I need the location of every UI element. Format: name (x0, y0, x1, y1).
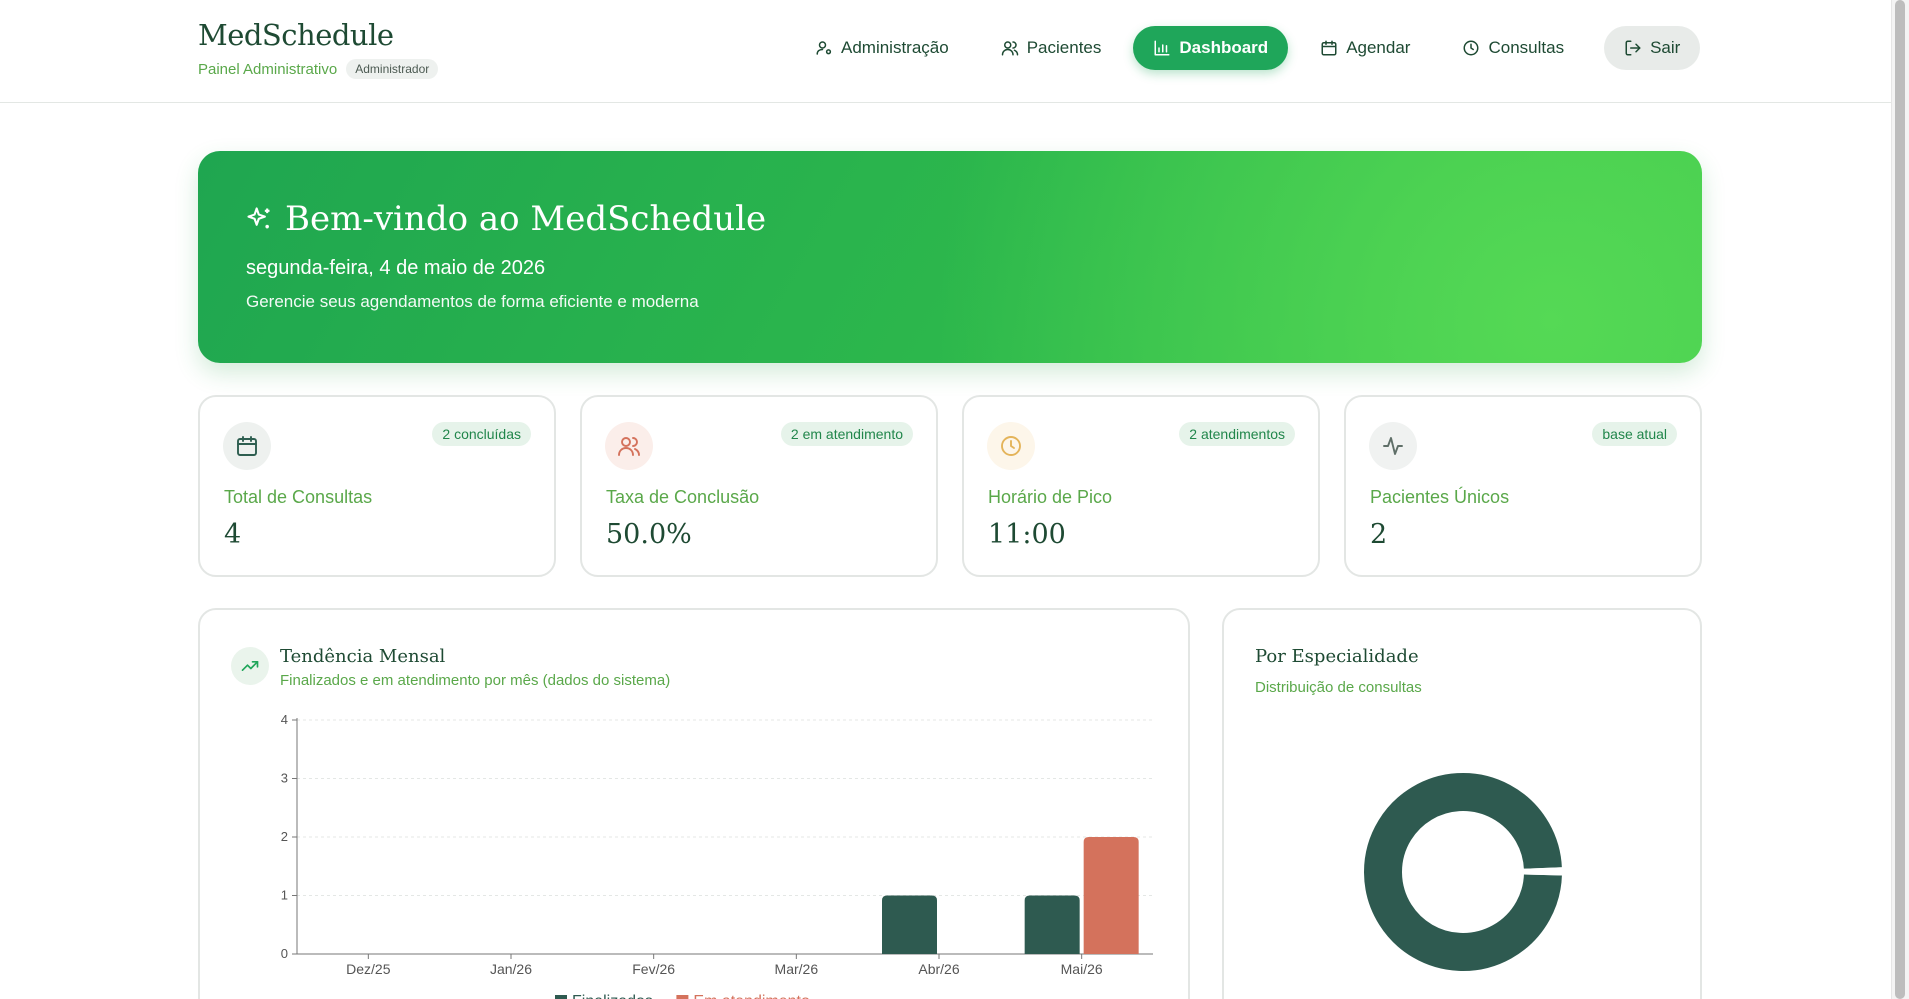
stat-value: 11:00 (988, 519, 1066, 550)
stat-icon-wrap (605, 422, 653, 470)
bar-em-atendimento[interactable] (1083, 837, 1139, 954)
welcome-banner: Bem-vindo ao MedSchedule segunda-feira, … (198, 151, 1702, 363)
nav-pacientes-label: Pacientes (1026, 38, 1102, 57)
main-nav: Administração Pacientes Dashboard Agenda… (795, 26, 1701, 70)
stat-value: 4 (224, 519, 242, 550)
nav-administracao[interactable]: Administração (795, 26, 969, 70)
role-badge: Administrador (346, 59, 439, 79)
stat-label: Taxa de Conclusão (606, 487, 760, 507)
stat-card-pacientes-unicos: base atual Pacientes Únicos 2 (1344, 395, 1702, 577)
stat-card-horario-pico: 2 atendimentos Horário de Pico 11:00 (962, 395, 1320, 577)
logout-button[interactable]: Sair (1604, 26, 1701, 70)
panel-subtitle: Painel Administrativo (198, 60, 338, 78)
stat-value: 2 (1370, 519, 1388, 550)
clock-icon (1463, 40, 1479, 56)
y-tick-label: 1 (281, 888, 288, 903)
welcome-description: Gerencie seus agendamentos de forma efic… (246, 292, 699, 311)
logout-icon (1625, 40, 1641, 56)
stat-label: Pacientes Únicos (1370, 487, 1510, 507)
x-tick-label: Mai/26 (1061, 961, 1103, 977)
users-icon (1001, 41, 1018, 56)
user-cog-icon (816, 41, 832, 55)
nav-consultas-label: Consultas (1488, 38, 1565, 57)
status-badge: 2 atendimentos (1179, 422, 1295, 446)
sparkles-icon (247, 207, 270, 229)
monthly-bar-chart: 0 1 2 3 4 Dez/25 Jan/26 Fev/26 Mar/26 Abr/26 Mai/2… (281, 712, 1153, 999)
nav-dashboard-label: Dashboard (1179, 38, 1269, 57)
scrollbar[interactable] (1891, 0, 1909, 999)
y-tick-label: 2 (281, 829, 288, 844)
specialty-panel: Por Especialidade Distribuição de consul… (1222, 608, 1702, 999)
x-tick-label: Dez/25 (346, 961, 391, 977)
nav-administracao-label: Administração (841, 38, 949, 57)
nav-agendar[interactable]: Agendar (1300, 26, 1430, 70)
stat-label: Horário de Pico (988, 487, 1113, 507)
specialty-donut-chart (1362, 771, 1564, 973)
stat-label: Total de Consultas (224, 487, 373, 507)
legend-swatch (676, 995, 689, 999)
top-bar: MedSchedule Painel Administrativo Admini… (0, 0, 1891, 103)
status-badge: 2 concluídas (432, 422, 531, 446)
stat-value: 50.0% (606, 519, 692, 550)
scrollbar-thumb[interactable] (1895, 0, 1905, 999)
bar-finalizados[interactable] (1024, 895, 1080, 955)
stat-icon-wrap (987, 422, 1035, 470)
nav-consultas[interactable]: Consultas (1442, 26, 1584, 70)
y-tick-label: 3 (281, 771, 288, 786)
nav-pacientes[interactable]: Pacientes (981, 26, 1122, 70)
calendar-icon (237, 436, 257, 456)
x-tick-label: Abr/26 (918, 961, 959, 977)
activity-icon (1383, 437, 1403, 455)
app-title: MedSchedule (198, 18, 394, 52)
x-tick-label: Mar/26 (775, 961, 819, 977)
welcome-title-row: Bem-vindo ao MedSchedule (245, 199, 766, 239)
y-tick-label: 0 (281, 946, 288, 961)
brand-subtitle-row: Painel Administrativo Administrador (198, 59, 439, 79)
bar-chart-icon (1154, 40, 1170, 56)
monthly-trend-panel: Tendência Mensal Finalizados e em atendi… (198, 608, 1190, 999)
users-icon (618, 437, 640, 456)
clock-icon (1001, 436, 1021, 456)
calendar-icon (1321, 40, 1337, 56)
bar-finalizados[interactable] (882, 895, 937, 955)
stat-card-total-consultas: 2 concluídas Total de Consultas 4 (198, 395, 556, 577)
legend-label: Em atendimento (693, 993, 810, 999)
welcome-title: Bem-vindo ao MedSchedule (285, 199, 767, 239)
status-badge: base atual (1592, 422, 1677, 446)
legend-label: Finalizados (572, 993, 653, 999)
x-tick-label: Fev/26 (632, 961, 675, 977)
y-tick-label: 4 (281, 712, 288, 727)
stat-card-taxa-conclusao: 2 em atendimento Taxa de Conclusão 50.0% (580, 395, 938, 577)
logout-label: Sair (1650, 38, 1681, 57)
donut-slice[interactable] (1521, 867, 1564, 876)
stat-icon-wrap (223, 422, 271, 470)
stat-icon-wrap (1369, 422, 1417, 470)
nav-agendar-label: Agendar (1346, 38, 1411, 57)
current-date: segunda-feira, 4 de maio de 2026 (246, 257, 546, 279)
x-tick-label: Jan/26 (490, 961, 532, 977)
status-badge: 2 em atendimento (780, 422, 913, 446)
nav-dashboard[interactable]: Dashboard (1133, 26, 1289, 70)
legend-swatch (555, 995, 567, 999)
